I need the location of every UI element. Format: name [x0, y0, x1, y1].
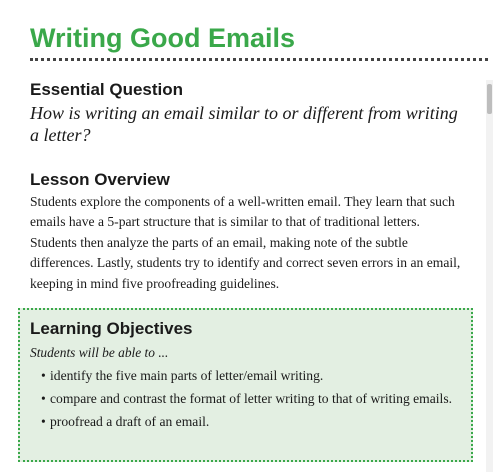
bullet-icon: • [41, 414, 46, 429]
page-title: Writing Good Emails [30, 23, 296, 53]
learning-objectives-heading: Learning Objectives [30, 319, 193, 338]
bullet-icon: • [41, 391, 46, 406]
objective-text: proofread a draft of an email. [50, 414, 210, 429]
bullet-icon: • [41, 368, 46, 383]
scrollbar-track[interactable] [486, 80, 493, 472]
learning-objectives-list: • identify the five main parts of letter… [41, 366, 461, 435]
scrollbar-thumb[interactable] [487, 84, 492, 114]
list-item: • proofread a draft of an email. [41, 412, 461, 432]
learning-objectives-intro: Students will be able to ... [30, 345, 169, 360]
lesson-overview-heading: Lesson Overview [30, 170, 170, 189]
essential-question-heading: Essential Question [30, 80, 184, 99]
lesson-page: Writing Good Emails Essential Question H… [0, 0, 493, 472]
list-item: • compare and contrast the format of let… [41, 389, 461, 409]
essential-question-text: How is writing an email similar to or di… [30, 103, 458, 145]
objective-text: identify the five main parts of letter/e… [50, 368, 324, 383]
objective-text: compare and contrast the format of lette… [50, 391, 453, 406]
list-item: • identify the five main parts of letter… [41, 366, 461, 386]
lesson-overview-text: Students explore the components of a wel… [30, 194, 461, 291]
title-divider [30, 58, 488, 61]
